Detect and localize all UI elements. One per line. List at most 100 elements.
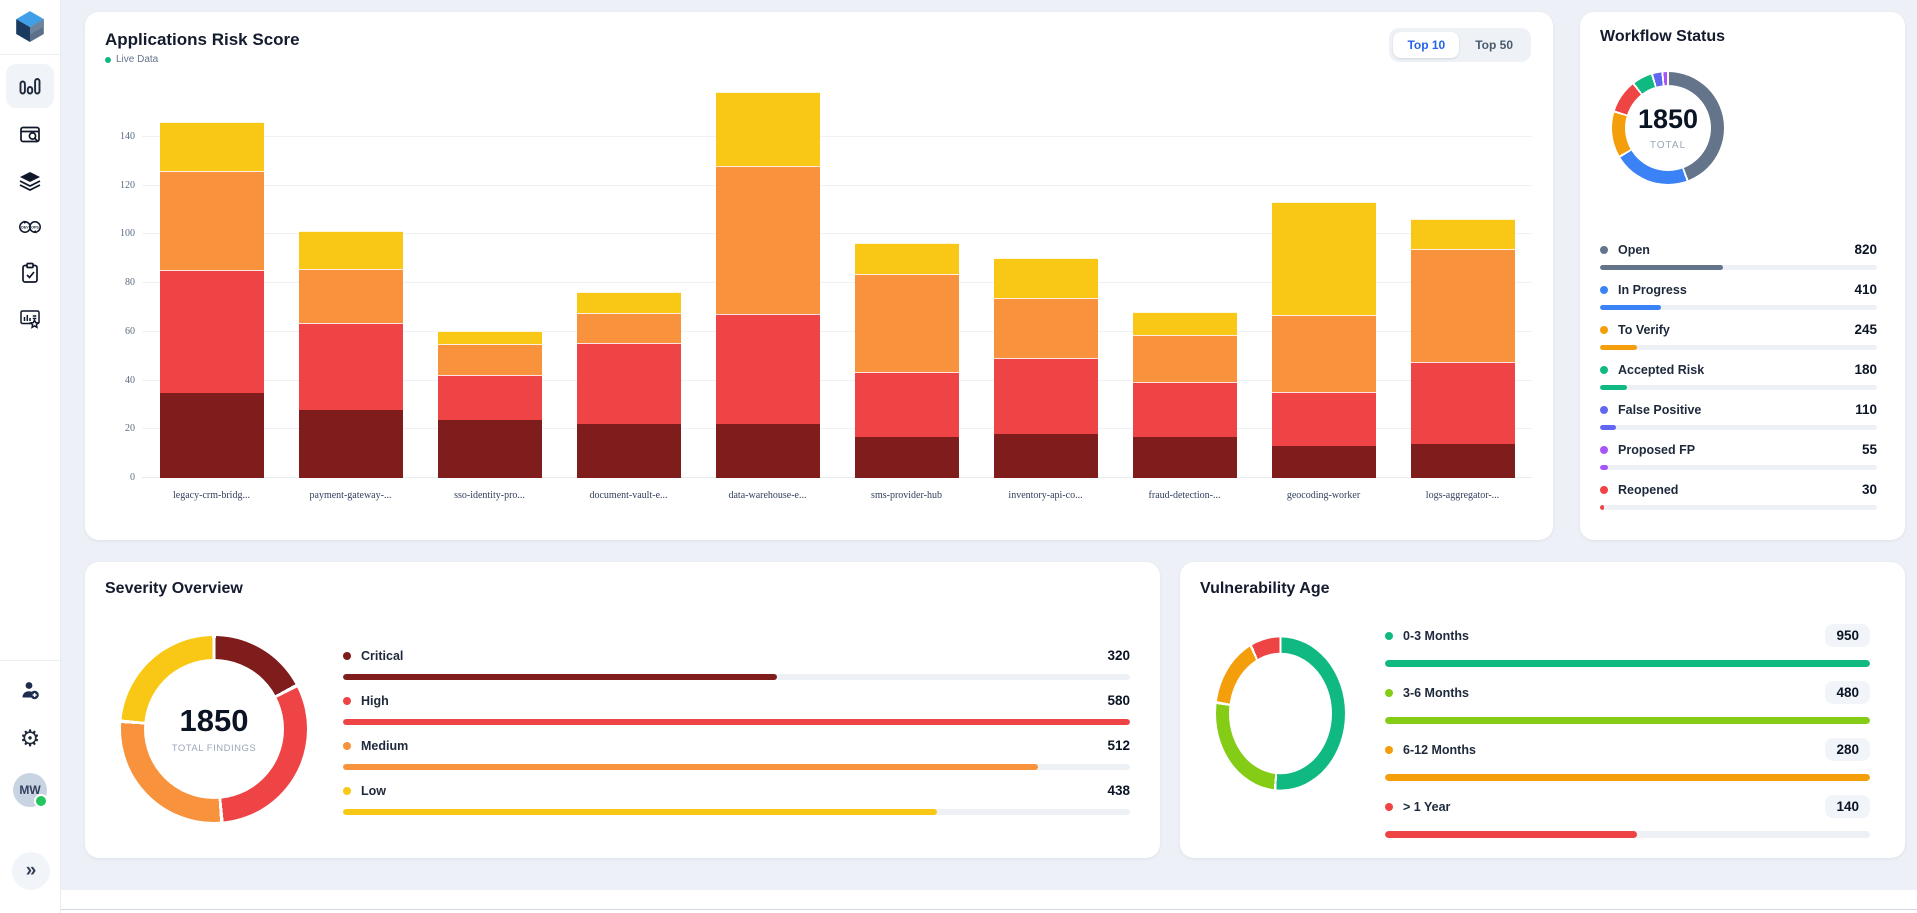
toggle-top-50[interactable]: Top 50 [1461,32,1527,58]
bar-segment-low[interactable] [994,258,1098,298]
bar-segment-low[interactable] [1133,312,1237,335]
legend-item-6-12-months[interactable]: 6-12 Months280 [1385,738,1870,781]
legend-item-accepted-risk[interactable]: Accepted Risk180 [1600,362,1877,390]
bar-segment-medium[interactable] [577,313,681,343]
bar-segment-low[interactable] [577,292,681,313]
bar-segment-high[interactable] [577,343,681,424]
bar-segment-critical[interactable] [716,424,820,478]
y-axis-tick-label: 80 [95,277,135,288]
bar-segment-medium[interactable] [1272,315,1376,392]
legend-item--1-year[interactable]: > 1 Year140 [1385,795,1870,838]
bar-segment-medium[interactable] [438,344,542,374]
bar-segment-low[interactable] [1272,202,1376,315]
bar-segment-medium[interactable] [1133,335,1237,382]
bar-segment-high[interactable] [299,323,403,409]
bar-segment-medium[interactable] [994,298,1098,358]
legend-item-critical[interactable]: Critical320 [343,648,1130,680]
sidebar-item-dashboard[interactable] [6,64,54,108]
bar-segment-high[interactable] [994,358,1098,435]
layers-icon [18,169,42,193]
bar-document-vault-e[interactable] [577,292,681,478]
bar-segment-critical[interactable] [299,410,403,478]
sidebar-item-devops[interactable]: DEV OPS [6,205,54,249]
bar-segment-critical[interactable] [1272,446,1376,478]
sidebar-item-tasks[interactable] [6,251,54,295]
bar-segment-critical[interactable] [577,424,681,478]
sidebar-divider-bottom [0,660,60,661]
toggle-top-10[interactable]: Top 10 [1393,32,1459,58]
bar-segment-high[interactable] [438,375,542,420]
bar-segment-low[interactable] [855,243,959,273]
bar-segment-high[interactable] [1272,392,1376,447]
legend-item-low[interactable]: Low438 [343,783,1130,815]
bar-segment-low[interactable] [716,92,820,166]
bar-segment-medium[interactable] [716,166,820,313]
bar-logs-aggregator-[interactable] [1411,219,1515,478]
sidebar-item-layers[interactable] [6,159,54,203]
legend-item-medium[interactable]: Medium512 [343,738,1130,770]
legend-value: 820 [1854,242,1877,257]
bar-segment-high[interactable] [1411,362,1515,443]
bar-segment-high[interactable] [1133,382,1237,437]
legend-label: In Progress [1618,283,1687,297]
legend-item-false-positive[interactable]: False Positive110 [1600,402,1877,430]
bar-segment-medium[interactable] [1411,249,1515,362]
bar-inventory-api-co[interactable] [994,258,1098,478]
bar-segment-high[interactable] [716,314,820,425]
legend-item-3-6-months[interactable]: 3-6 Months480 [1385,681,1870,724]
x-axis-label: payment-gateway-... [281,490,420,501]
bar-segment-critical[interactable] [994,434,1098,478]
legend-item-proposed-fp[interactable]: Proposed FP55 [1600,442,1877,470]
sidebar-divider-top [0,54,60,55]
bar-segment-critical[interactable] [438,420,542,479]
sidebar-item-settings[interactable]: ⚙ [6,716,54,760]
legend-item-0-3-months[interactable]: 0-3 Months950 [1385,624,1870,667]
bar-payment-gateway-[interactable] [299,231,403,478]
bar-segment-critical[interactable] [160,393,264,478]
bar-segment-high[interactable] [160,270,264,393]
bar-segment-high[interactable] [855,372,959,436]
bar-legacy-crm-bridg[interactable] [160,122,264,478]
sidebar: DEV OPS [0,0,61,913]
bar-segment-critical[interactable] [1133,437,1237,478]
svg-text:OPS: OPS [31,225,39,229]
bar-segment-medium[interactable] [160,171,264,270]
legend-dot [1600,246,1608,254]
bar-data-warehouse-e[interactable] [716,92,820,478]
legend-item-reopened[interactable]: Reopened30 [1600,482,1877,510]
bar-segment-medium[interactable] [299,269,403,324]
bar-segment-low[interactable] [160,122,264,172]
sidebar-item-applications[interactable] [6,113,54,157]
legend-progress-fill [1600,305,1661,310]
bar-segment-critical[interactable] [1411,444,1515,478]
bar-sms-provider-hub[interactable] [855,243,959,478]
legend-item-in-progress[interactable]: In Progress410 [1600,282,1877,310]
legend-item-to-verify[interactable]: To Verify245 [1600,322,1877,350]
bar-segment-low[interactable] [438,331,542,344]
cube-logo[interactable] [13,7,47,45]
legend-progress-track [1385,774,1870,781]
vulnerability-age-donut[interactable] [1216,637,1345,789]
bar-sso-identity-pro[interactable] [438,331,542,478]
expand-sidebar-button[interactable]: » [12,852,50,890]
legend-label: To Verify [1618,323,1670,337]
bar-segment-critical[interactable] [855,437,959,478]
bar-fraud-detection-[interactable] [1133,312,1237,478]
legend-progress-track [1385,660,1870,667]
workflow-status-donut[interactable]: 1850 TOTAL [1612,72,1724,184]
live-data-label: Live Data [116,54,158,65]
sidebar-item-reports[interactable] [6,297,54,341]
legend-item-high[interactable]: High580 [343,693,1130,725]
x-axis-label: fraud-detection-... [1115,490,1254,501]
bar-segment-low[interactable] [1411,219,1515,249]
bar-segment-low[interactable] [299,231,403,269]
legend-value: 110 [1855,402,1877,417]
avatar[interactable]: MW [13,773,47,807]
bar-geocoding-worker[interactable] [1272,202,1376,478]
workflow-total-label: TOTAL [1650,140,1686,151]
severity-donut[interactable]: 1850 TOTAL FINDINGS [121,636,307,822]
bar-segment-medium[interactable] [855,274,959,373]
sidebar-item-invite-user[interactable] [6,668,54,712]
legend-item-open[interactable]: Open820 [1600,242,1877,270]
settings-gear-icon: ⚙ [20,727,41,750]
